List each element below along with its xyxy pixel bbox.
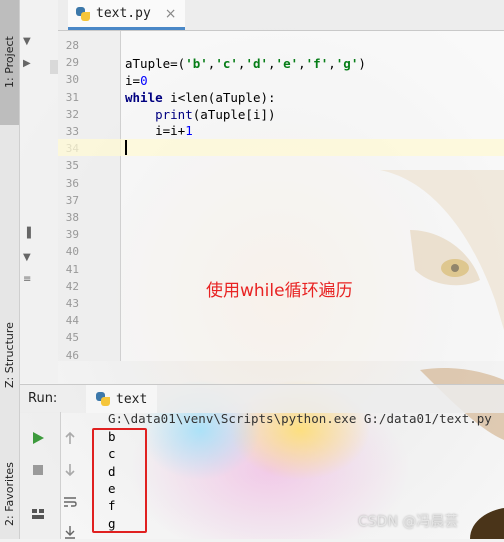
line-number: 37 — [65, 193, 79, 207]
code-text: i= — [125, 73, 141, 88]
watermark: CSDN @冯晨芸 — [358, 514, 459, 530]
tab-text-py[interactable]: text.py × — [68, 0, 185, 30]
code-line-31: while i<len(aTuple): — [125, 90, 276, 105]
layout-icon[interactable] — [28, 504, 48, 524]
line-number: 30 — [65, 73, 79, 87]
code-editor[interactable] — [121, 31, 504, 361]
code-string: 'd' — [245, 56, 269, 71]
run-panel-header: Run: text — [20, 384, 504, 413]
folder-bar-icon: ▐ — [23, 228, 31, 239]
expand-arrow-icon[interactable]: ▼ — [23, 252, 31, 263]
run-title: Run: — [28, 391, 58, 406]
structure-tool-tab[interactable]: Z: Structure — [0, 308, 19, 403]
text-cursor — [125, 140, 127, 155]
list-icon: ≡ — [23, 274, 32, 285]
rerun-icon[interactable] — [28, 428, 48, 448]
editor-tab-bar: text.py × — [58, 0, 504, 31]
close-icon[interactable]: × — [165, 6, 177, 22]
annotation-text: 使用while循环遍历 — [206, 281, 353, 301]
favorites-tool-tab[interactable]: 2: Favorites — [0, 450, 19, 539]
code-string: 'g' — [335, 56, 359, 71]
code-string: 'c' — [215, 56, 238, 71]
line-number: 44 — [65, 314, 79, 328]
run-toolbar — [20, 412, 77, 539]
stop-icon[interactable] — [28, 460, 48, 480]
code-text: (aTuple[i]) — [192, 107, 276, 122]
python-file-icon — [76, 6, 90, 21]
run-tab-text[interactable]: text — [86, 385, 158, 413]
line-number: 43 — [65, 297, 79, 310]
line-number: 46 — [65, 348, 79, 362]
code-number: 0 — [140, 73, 148, 88]
line-number: 41 — [65, 262, 79, 276]
line-number-gutter: 28293031323334353637383940414243444546 — [58, 31, 121, 362]
code-string: 'b' — [185, 56, 208, 71]
code-keyword: while — [125, 90, 163, 105]
line-number: 36 — [65, 176, 79, 190]
code-function: print — [155, 107, 193, 122]
collapse-arrow-icon[interactable]: ▶ — [23, 58, 31, 69]
output-highlight-box — [92, 428, 147, 533]
code-text: aTuple=( — [125, 56, 186, 71]
code-string: 'e' — [275, 56, 299, 71]
line-number: 45 — [65, 331, 79, 345]
code-line-29: aTuple=('b','c','d','e','f','g') — [125, 56, 366, 71]
code-number: 1 — [185, 123, 193, 138]
line-number: 31 — [65, 90, 79, 104]
code-line-33: i=i+1 — [125, 123, 193, 138]
code-text: i=i+ — [125, 123, 186, 138]
code-line-32: print(aTuple[i]) — [125, 107, 276, 122]
line-number: 40 — [65, 245, 79, 259]
line-number: 38 — [65, 211, 79, 224]
code-line-30: i=0 — [125, 73, 148, 88]
project-tool-tab[interactable]: 1: Project — [0, 0, 19, 125]
line-number: 33 — [65, 125, 79, 138]
python-file-icon — [96, 392, 110, 406]
tool-window-stripe: 1: Project Z: Structure 2: Favorites — [0, 0, 20, 539]
line-number: 39 — [65, 228, 79, 242]
code-string: 'f' — [305, 56, 329, 71]
line-number: 29 — [65, 56, 79, 70]
run-command-line: G:\data01\venv\Scripts\python.exe G:/dat… — [108, 411, 492, 426]
expand-arrow-icon[interactable]: ▼ — [23, 36, 31, 47]
run-tab-label: text — [116, 391, 148, 407]
line-number: 42 — [65, 279, 79, 293]
code-text: i<len(aTuple): — [162, 90, 276, 105]
line-number: 28 — [65, 39, 79, 52]
line-number: 35 — [65, 159, 79, 173]
tab-filename: text.py — [96, 6, 151, 21]
line-number: 32 — [65, 107, 79, 121]
